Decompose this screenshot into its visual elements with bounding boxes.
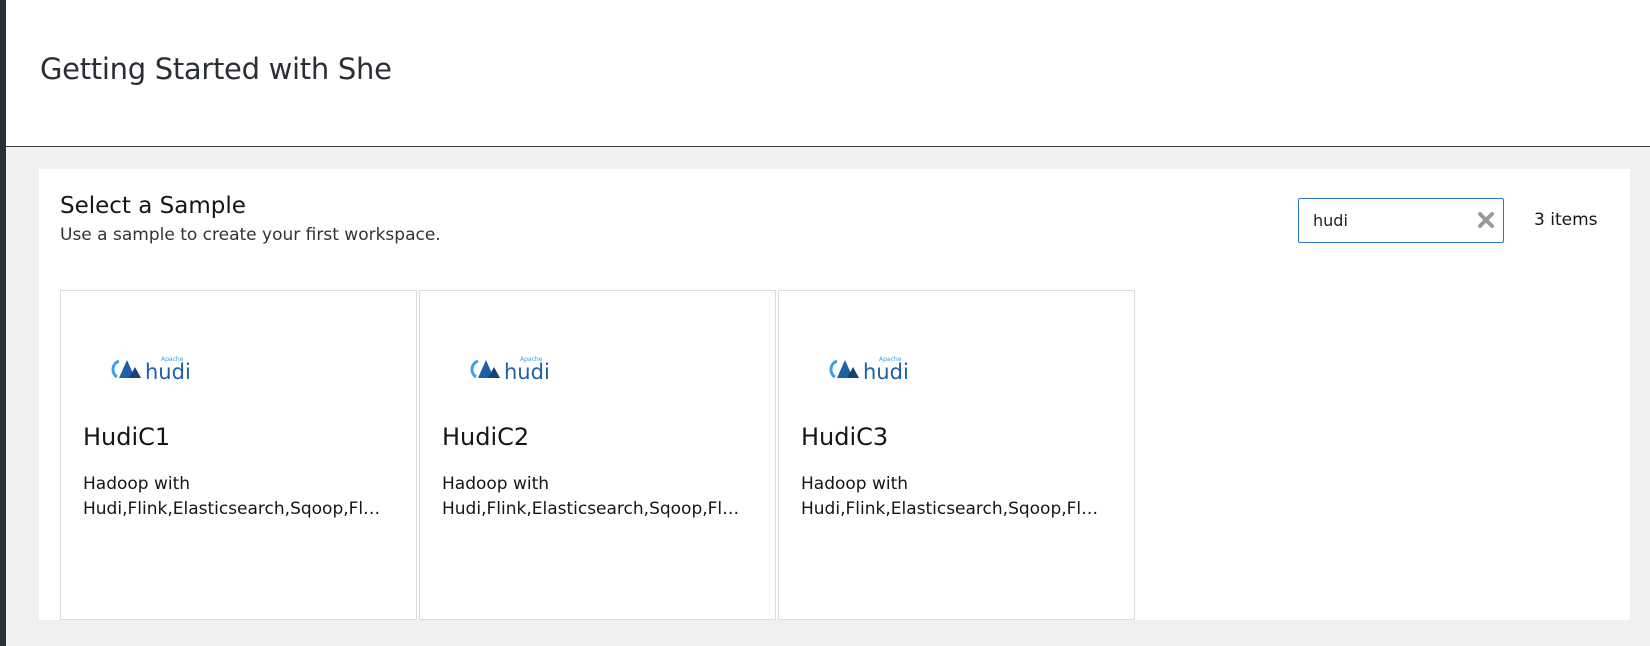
card-desc-line2: Hudi,Flink,Elasticsearch,Sqoop,Flume [83, 499, 388, 519]
page-header: Getting Started with She [6, 0, 1650, 147]
logo-text: hudi [863, 360, 909, 383]
card-title: HudiC1 [83, 423, 171, 451]
card-description: Hadoop with Hudi,Flink,Elasticsearch,Sqo… [83, 472, 388, 522]
card-desc-line2: Hudi,Flink,Elasticsearch,Sqoop,Flume [801, 499, 1106, 519]
close-icon[interactable] [1475, 209, 1497, 231]
logo-text: hudi [504, 360, 550, 383]
search-box [1298, 198, 1504, 243]
card-desc-line1: Hadoop with [83, 474, 191, 494]
card-title: HudiC3 [801, 423, 889, 451]
card-description: Hadoop with Hudi,Flink,Elasticsearch,Sqo… [442, 472, 747, 522]
card-desc-line1: Hadoop with [442, 474, 550, 494]
logo-text: hudi [145, 360, 191, 383]
sample-card[interactable]: Apache hudi HudiC1 Hadoop with Hudi,Flin… [60, 290, 417, 620]
card-title: HudiC2 [442, 423, 530, 451]
main-content: Select a Sample Use a sample to create y… [6, 147, 1650, 646]
sample-card[interactable]: Apache hudi HudiC3 Hadoop with Hudi,Flin… [778, 290, 1135, 620]
card-desc-line1: Hadoop with [801, 474, 909, 494]
card-desc-line2: Hudi,Flink,Elasticsearch,Sqoop,Flume [442, 499, 747, 519]
panel-subtitle: Use a sample to create your first worksp… [60, 225, 441, 245]
sample-card[interactable]: Apache hudi HudiC2 Hadoop with Hudi,Flin… [419, 290, 776, 620]
apache-hudi-logo: Apache hudi [111, 356, 191, 383]
page-title: Getting Started with She [40, 52, 392, 86]
card-description: Hadoop with Hudi,Flink,Elasticsearch,Sqo… [801, 472, 1106, 522]
sample-panel: Select a Sample Use a sample to create y… [39, 169, 1630, 620]
item-count: 3 items [1534, 210, 1598, 230]
search-input[interactable] [1299, 199, 1483, 242]
panel-title: Select a Sample [60, 193, 246, 219]
apache-hudi-logo: Apache hudi [829, 356, 909, 383]
apache-hudi-logo: Apache hudi [470, 356, 550, 383]
